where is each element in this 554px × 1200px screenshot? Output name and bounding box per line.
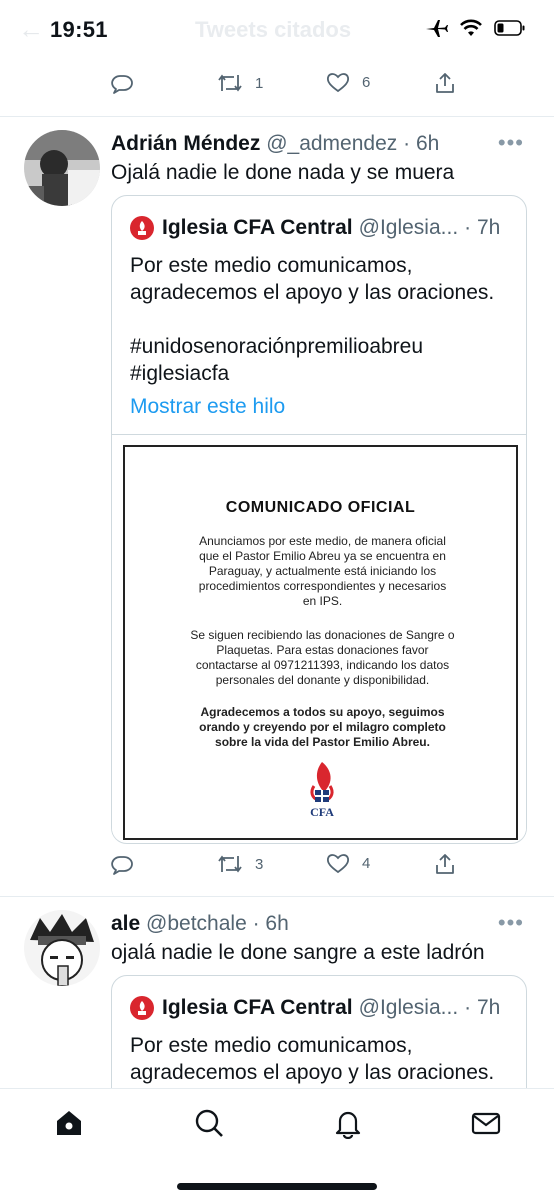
- quoted-author-name: Iglesia CFA Central: [162, 996, 353, 1019]
- more-icon[interactable]: •••: [498, 910, 524, 936]
- document-paragraph: Anunciamos por este medio, de manera ofi…: [198, 534, 447, 608]
- avatar[interactable]: [24, 910, 100, 986]
- tweet-actions: 3 4: [110, 852, 480, 882]
- reply-icon: [110, 71, 134, 95]
- nav-messages-button[interactable]: [470, 1107, 502, 1139]
- share-icon: [433, 852, 457, 876]
- retweet-button[interactable]: 1: [217, 71, 263, 95]
- notifications-icon: [332, 1111, 364, 1143]
- hashtag-link[interactable]: #iglesiacfa: [130, 360, 229, 387]
- author-name[interactable]: Adrián Méndez: [111, 132, 260, 155]
- quoted-text-line: Por este medio comunicamos,: [130, 1034, 413, 1057]
- retweet-button[interactable]: 3: [217, 852, 263, 876]
- share-button[interactable]: [433, 71, 457, 95]
- nav-search-button[interactable]: [193, 1107, 225, 1139]
- cfa-logo-icon: [130, 996, 154, 1020]
- quoted-tweet-header: Iglesia CFA Central @Iglesia... · 7h: [130, 216, 500, 240]
- like-count: 4: [362, 854, 371, 872]
- quoted-author-handle: @Iglesia...: [358, 996, 459, 1019]
- quoted-tweet-time: · 7h: [464, 216, 501, 239]
- status-icons: [424, 18, 526, 43]
- reply-button[interactable]: [110, 71, 134, 95]
- quoted-text-line: agradecemos el apoyo y las oraciones.: [130, 281, 495, 304]
- share-button[interactable]: [433, 852, 457, 876]
- show-thread-link[interactable]: Mostrar este hilo: [130, 395, 285, 419]
- tweet-header: ale @betchale · 6h: [111, 912, 289, 936]
- cfa-logo-text: CFA: [310, 805, 334, 819]
- quoted-text-line: Por este medio comunicamos,: [130, 254, 413, 277]
- author-handle[interactable]: @_admendez: [266, 132, 397, 155]
- document-paragraph: Se siguen recibiendo las donaciones de S…: [190, 628, 455, 687]
- retweet-icon: [217, 71, 243, 95]
- quoted-tweet-header: Iglesia CFA Central @Iglesia... · 7h: [130, 996, 500, 1020]
- quoted-image[interactable]: COMUNICADO OFICIAL Anunciamos por este m…: [112, 434, 526, 840]
- status-time: 19:51: [50, 17, 108, 42]
- more-icon[interactable]: •••: [498, 130, 524, 156]
- author-name[interactable]: ale: [111, 912, 140, 935]
- cfa-logo-icon: [130, 216, 154, 240]
- like-icon: [326, 852, 350, 874]
- retweet-count: 1: [255, 74, 264, 92]
- share-icon: [433, 71, 457, 95]
- tweet-text: Ojalá nadie le done nada y se muera: [111, 161, 455, 184]
- avatar[interactable]: [24, 130, 100, 206]
- like-icon: [326, 71, 350, 93]
- quoted-author-handle: @Iglesia...: [358, 216, 459, 239]
- home-indicator[interactable]: [177, 1183, 377, 1190]
- like-button[interactable]: 4: [326, 852, 370, 874]
- quoted-tweet[interactable]: Iglesia CFA Central @Iglesia... · 7h Por…: [111, 195, 527, 844]
- page-title: Tweets citados: [195, 17, 352, 42]
- quoted-text-line: agradecemos el apoyo y las oraciones.: [130, 1061, 495, 1084]
- document-paragraph: Agradecemos a todos su apoyo, seguimos o…: [199, 705, 446, 749]
- reply-icon: [110, 852, 134, 876]
- messages-icon: [470, 1112, 502, 1143]
- tweet-time: · 6h: [252, 912, 289, 935]
- cfa-logo-icon: CFA: [302, 760, 342, 820]
- previous-tweet-actions: 1 6: [110, 71, 480, 101]
- status-bar: ← Tweets citados 19:51: [0, 0, 554, 64]
- airplane-icon: [424, 18, 448, 43]
- back-arrow-icon[interactable]: ←: [18, 14, 44, 45]
- retweet-count: 3: [255, 855, 264, 873]
- reply-button[interactable]: [110, 852, 134, 876]
- announcement-document: COMUNICADO OFICIAL Anunciamos por este m…: [123, 445, 518, 840]
- wifi-icon: [460, 19, 482, 42]
- home-icon: [53, 1111, 85, 1143]
- author-handle[interactable]: @betchale: [146, 912, 247, 935]
- nav-home-button[interactable]: [53, 1107, 85, 1139]
- battery-icon: [494, 19, 526, 42]
- tweet-time: · 6h: [403, 132, 440, 155]
- divider: [0, 116, 554, 117]
- quoted-tweet-time: · 7h: [464, 996, 501, 1019]
- tweet-header: Adrián Méndez @_admendez · 6h: [111, 132, 439, 156]
- like-count: 6: [362, 73, 371, 91]
- document-title: COMUNICADO OFICIAL: [225, 499, 416, 516]
- like-button[interactable]: 6: [326, 71, 370, 93]
- hashtag-link[interactable]: #unidosenoraciónpremilioabreu: [130, 333, 423, 360]
- tweet-text: ojalá nadie le done sangre a este ladrón: [111, 941, 485, 964]
- divider: [0, 896, 554, 897]
- nav-notifications-button[interactable]: [332, 1107, 364, 1140]
- quoted-author-name: Iglesia CFA Central: [162, 216, 353, 239]
- retweet-icon: [217, 852, 243, 876]
- search-icon: [193, 1109, 225, 1143]
